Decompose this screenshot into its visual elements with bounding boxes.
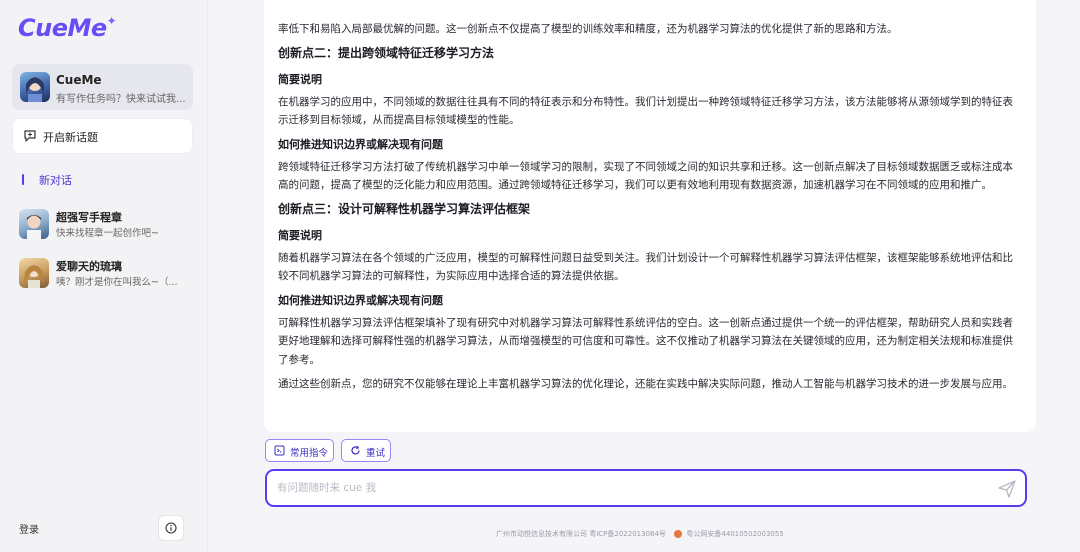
agent-name: 超强写手程章 — [56, 211, 122, 224]
app-logo[interactable]: CueMe✦ — [18, 14, 117, 42]
message-paragraph: 随着机器学习算法在各个领域的广泛应用，模型的可解释性问题日益受到关注。我们计划设… — [278, 251, 1013, 283]
common-commands-button[interactable]: 常用指令 — [265, 439, 334, 462]
sparkle-icon: ✦ — [106, 14, 117, 28]
assistant-subtitle: 有写作任务吗？快来试试我... — [56, 94, 186, 105]
retry-label: 重试 — [366, 448, 386, 459]
new-topic-icon — [24, 130, 36, 142]
footer-police: 粤公网安备44010502003055 — [686, 530, 784, 538]
chat-input-box[interactable] — [265, 469, 1027, 507]
agent-subtitle: 快来找程章一起创作吧~ — [56, 228, 159, 239]
agent-subtitle: 咦？刚才是你在叫我么~（... — [56, 277, 178, 288]
police-badge-icon — [674, 530, 683, 538]
agent-item[interactable]: 超强写手程章 快来找程章一起创作吧~ — [12, 205, 193, 245]
message-paragraph: 可解释性机器学习算法评估框架填补了现有研究中对机器学习算法可解释性系统评估的空白… — [278, 316, 1013, 366]
message-content: 率低下和易陷入局部最优解的问题。这一创新点不仅提高了模型的训练效率和精度，还为机… — [278, 20, 1022, 400]
footer-company: 广州市动悦信息技术有限公司 粤ICP备2022013084号 — [496, 530, 666, 538]
message-paragraph: 通过这些创新点，您的研究不仅能够在理论上丰富机器学习算法的优化理论，还能在实践中… — [278, 378, 1013, 390]
new-topic-button[interactable]: 开启新话题 — [12, 118, 193, 154]
section-subheading: 如何推进知识边界或解决现有问题 — [278, 293, 443, 307]
footer: 广州市动悦信息技术有限公司 粤ICP备2022013084号 粤公网安备4401… — [496, 529, 784, 539]
assistant-message: 率低下和易陷入局部最优解的问题。这一创新点不仅提高了模型的训练效率和精度，还为机… — [264, 0, 1036, 432]
section-subheading: 简要说明 — [278, 72, 322, 86]
common-commands-label: 常用指令 — [290, 448, 329, 459]
active-indicator — [22, 174, 24, 185]
sidebar: CueMe✦ CueMe 有写作任务吗？快来试试我... 开启新话题 新对话 超… — [0, 0, 208, 552]
command-icon — [274, 445, 285, 456]
info-icon — [165, 522, 177, 534]
section-subheading: 如何推进知识边界或解决现有问题 — [278, 137, 443, 151]
innovation-heading: 创新点二：提出跨领域特征迁移学习方法 — [278, 45, 495, 60]
assistant-name: CueMe — [56, 73, 102, 87]
login-link[interactable]: 登录 — [19, 521, 39, 536]
retry-button[interactable]: 重试 — [341, 439, 391, 462]
section-subheading: 简要说明 — [278, 228, 322, 242]
new-topic-label: 开启新话题 — [43, 131, 98, 144]
new-chat-label: 新对话 — [39, 174, 72, 187]
assistant-card-cueme[interactable]: CueMe 有写作任务吗？快来试试我... — [12, 64, 193, 110]
main-panel: 率低下和易陷入局部最优解的问题。这一创新点不仅提高了模型的训练效率和精度，还为机… — [208, 0, 1080, 552]
assistant-avatar — [20, 72, 50, 102]
agent-name: 爱聊天的琉璃 — [56, 260, 122, 273]
agent-item[interactable]: 爱聊天的琉璃 咦？刚才是你在叫我么~（... — [12, 254, 193, 294]
send-icon[interactable] — [997, 479, 1017, 499]
message-paragraph: 跨领域特征迁移学习方法打破了传统机器学习中单一领域学习的限制，实现了不同领域之间… — [278, 160, 1013, 192]
refresh-icon — [351, 445, 360, 455]
chat-input[interactable] — [277, 479, 977, 497]
agent-avatar — [19, 209, 49, 239]
info-button[interactable] — [158, 515, 184, 541]
agent-avatar — [19, 258, 49, 288]
message-paragraph: 在机器学习的应用中，不同领域的数据往往具有不同的特征表示和分布特性。我们计划提出… — [278, 95, 1013, 127]
message-paragraph: 率低下和易陷入局部最优解的问题。这一创新点不仅提高了模型的训练效率和精度，还为机… — [278, 23, 898, 35]
innovation-heading: 创新点三：设计可解释性机器学习算法评估框架 — [278, 201, 531, 216]
